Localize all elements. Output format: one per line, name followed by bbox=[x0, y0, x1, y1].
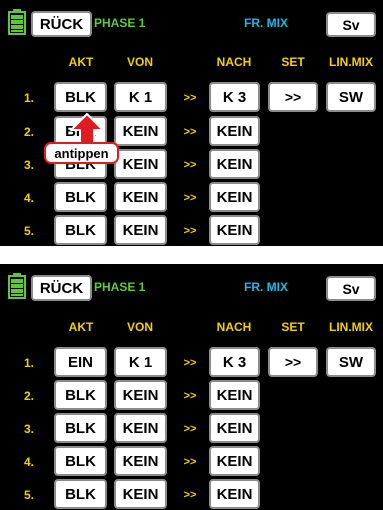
nach-button[interactable]: KEIN bbox=[209, 215, 260, 245]
column-header-linmix: LIN.MIX bbox=[329, 55, 373, 69]
set-button[interactable]: >> bbox=[268, 82, 318, 112]
phase-label: PHASE 1 bbox=[94, 16, 146, 30]
transmitter-screen-after: RÜCK PHASE 1 FR. MIX Sv AKT VON NACH SET… bbox=[0, 264, 383, 510]
von-button[interactable]: KEIN bbox=[114, 479, 167, 509]
von-button[interactable]: KEIN bbox=[114, 182, 167, 212]
up-arrow-icon bbox=[70, 113, 104, 144]
von-button[interactable]: KEIN bbox=[114, 413, 167, 443]
von-button[interactable]: K 1 bbox=[114, 347, 167, 377]
akt-button[interactable]: BLK bbox=[54, 413, 107, 443]
column-header-linmix: LIN.MIX bbox=[329, 320, 373, 334]
akt-button[interactable]: BLK bbox=[54, 82, 107, 112]
nach-button[interactable]: KEIN bbox=[209, 380, 260, 410]
back-button[interactable]: RÜCK bbox=[31, 11, 92, 37]
column-header-von: VON bbox=[126, 320, 153, 334]
von-button[interactable]: KEIN bbox=[114, 149, 167, 179]
von-button[interactable]: KEIN bbox=[114, 380, 167, 410]
nach-button[interactable]: KEIN bbox=[209, 479, 260, 509]
battery-icon bbox=[8, 273, 26, 299]
column-header-von: VON bbox=[126, 55, 153, 69]
nach-button[interactable]: KEIN bbox=[209, 149, 260, 179]
row-number: 3. bbox=[24, 158, 35, 172]
nach-button[interactable]: KEIN bbox=[209, 116, 260, 146]
akt-button[interactable]: BLK bbox=[54, 215, 107, 245]
von-button[interactable]: K 1 bbox=[114, 82, 167, 112]
column-header-nach: NACH bbox=[216, 55, 252, 69]
nach-button[interactable]: K 3 bbox=[209, 347, 260, 377]
row-number: 2. bbox=[24, 389, 35, 403]
save-button[interactable]: Sv bbox=[326, 12, 376, 37]
nach-button[interactable]: KEIN bbox=[209, 182, 260, 212]
akt-button[interactable]: BLK bbox=[54, 446, 107, 476]
arrow-separator: >> bbox=[183, 159, 197, 171]
von-button[interactable]: KEIN bbox=[114, 116, 167, 146]
row-number: 5. bbox=[24, 488, 35, 502]
arrow-separator: >> bbox=[183, 225, 197, 237]
nach-button[interactable]: K 3 bbox=[209, 82, 260, 112]
arrow-separator: >> bbox=[183, 192, 197, 204]
linmix-button[interactable]: SW bbox=[326, 82, 376, 112]
row-number: 4. bbox=[24, 455, 35, 469]
transmitter-screen-before: RÜCK PHASE 1 FR. MIX Sv AKT VON NACH SET… bbox=[0, 0, 383, 246]
set-button[interactable]: >> bbox=[268, 347, 318, 377]
arrow-separator: >> bbox=[183, 489, 197, 501]
column-header-nach: NACH bbox=[216, 320, 252, 334]
arrow-separator: >> bbox=[183, 357, 197, 369]
row-number: 5. bbox=[24, 224, 35, 238]
column-header-akt: AKT bbox=[68, 320, 94, 334]
back-button[interactable]: RÜCK bbox=[31, 275, 92, 301]
page-title: FR. MIX bbox=[244, 280, 288, 294]
column-header-set: SET bbox=[281, 55, 305, 69]
row-number: 2. bbox=[24, 125, 35, 139]
von-button[interactable]: KEIN bbox=[114, 446, 167, 476]
akt-button[interactable]: BLK bbox=[54, 182, 107, 212]
tap-hint-callout: antippen bbox=[44, 142, 119, 164]
arrow-separator: >> bbox=[183, 92, 197, 104]
row-number: 1. bbox=[24, 356, 35, 370]
row-number: 1. bbox=[24, 91, 35, 105]
akt-button[interactable]: BLK bbox=[54, 479, 107, 509]
linmix-button[interactable]: SW bbox=[326, 347, 376, 377]
akt-button[interactable]: EIN bbox=[54, 347, 107, 377]
row-number: 4. bbox=[24, 191, 35, 205]
akt-button[interactable]: BLK bbox=[54, 380, 107, 410]
nach-button[interactable]: KEIN bbox=[209, 413, 260, 443]
battery-icon bbox=[8, 9, 26, 35]
nach-button[interactable]: KEIN bbox=[209, 446, 260, 476]
arrow-separator: >> bbox=[183, 126, 197, 138]
phase-label: PHASE 1 bbox=[94, 280, 146, 294]
von-button[interactable]: KEIN bbox=[114, 215, 167, 245]
row-number: 3. bbox=[24, 422, 35, 436]
page-title: FR. MIX bbox=[244, 16, 288, 30]
arrow-separator: >> bbox=[183, 390, 197, 402]
arrow-separator: >> bbox=[183, 423, 197, 435]
column-header-akt: AKT bbox=[68, 55, 94, 69]
column-header-set: SET bbox=[281, 320, 305, 334]
arrow-separator: >> bbox=[183, 456, 197, 468]
save-button[interactable]: Sv bbox=[326, 276, 376, 301]
